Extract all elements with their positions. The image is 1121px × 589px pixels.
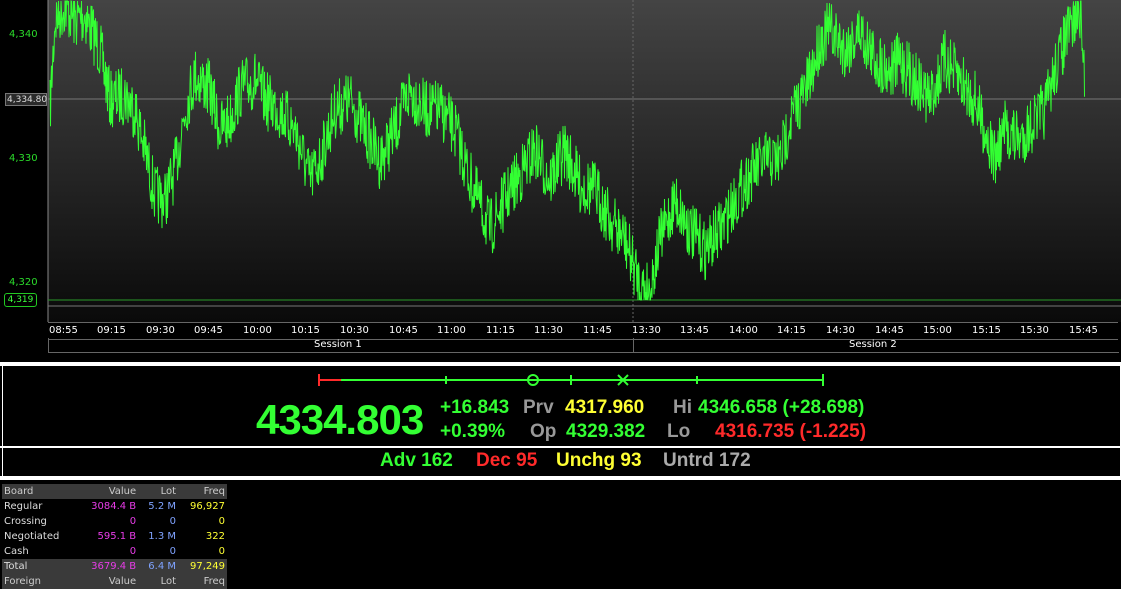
total-lot: 6.4 M — [138, 559, 178, 574]
y-tick-4340: 4,340 — [9, 29, 38, 40]
high-value: 4346.658 (+28.698) — [698, 397, 865, 418]
time-label: 15:15 — [972, 325, 1001, 336]
time-label: 15:30 — [1020, 325, 1049, 336]
column-header: Value — [76, 574, 139, 589]
board-lot: 0 — [169, 516, 176, 527]
y-tick-4330: 4,330 — [9, 153, 38, 164]
time-label: 09:15 — [97, 325, 126, 336]
time-label: 09:30 — [146, 325, 175, 336]
intraday-chart[interactable]: 4,340 4,330 4,320 4,334.80 4,319 08:55 0… — [0, 0, 1121, 362]
session-1-label: Session 1 — [314, 339, 362, 350]
low-price-marker: 4,319 — [4, 293, 37, 307]
total-value: 3679.4 B — [76, 559, 139, 574]
column-header: Freq — [178, 574, 227, 589]
time-label: 13:45 — [680, 325, 709, 336]
column-header: Lot — [138, 574, 178, 589]
total-name: Total — [2, 559, 77, 574]
time-label: 10:15 — [291, 325, 320, 336]
change-percent: +0.39% — [440, 421, 505, 442]
board-freq: 0 — [218, 516, 225, 527]
high-label: Hi — [673, 397, 692, 418]
board-name: Negotiated — [4, 531, 60, 542]
time-label: 15:45 — [1069, 325, 1098, 336]
table-row[interactable]: Negotiated 595.1 B 1.3 M 322 — [2, 529, 227, 544]
time-label: 11:00 — [437, 325, 466, 336]
open-value: 4329.382 — [566, 421, 646, 442]
time-label: 13:30 — [632, 325, 661, 336]
total-row[interactable]: Total 3679.4 B 6.4 M 97,249 — [2, 559, 227, 574]
board-freq: 96,927 — [190, 501, 225, 512]
time-label: 15:00 — [923, 325, 952, 336]
board-lot: 5.2 M — [148, 501, 176, 512]
time-label: 10:30 — [340, 325, 369, 336]
open-label: Op — [530, 421, 557, 442]
index-quote-panel: 4334.803 +16.843 +0.39% Prv 4317.960 Op … — [2, 366, 1121, 446]
unchanged: Unchg 93 — [556, 450, 642, 471]
column-header: Freq — [178, 484, 227, 499]
low-value: 4316.735 (-1.225) — [715, 421, 867, 442]
table-row[interactable]: Regular 3084.4 B 5.2 M 96,927 — [2, 499, 227, 514]
market-breadth: Adv 162 Dec 95 Unchg 93 Untrd 172 — [2, 448, 1121, 476]
total-freq: 97,249 — [178, 559, 227, 574]
time-label: 14:00 — [729, 325, 758, 336]
table-row[interactable]: Cash 0 0 0 — [2, 544, 227, 559]
board-name: Crossing — [4, 516, 47, 527]
board-freq: 0 — [218, 546, 225, 557]
advancers: Adv 162 — [380, 450, 453, 471]
decliners: Dec 95 — [476, 450, 538, 471]
time-label: 08:55 — [49, 325, 78, 336]
board-value: 595.1 B — [97, 531, 137, 542]
last-price-marker: 4,334.80 — [5, 93, 48, 106]
board-lot: 0 — [169, 546, 176, 557]
board-value: 0 — [129, 516, 137, 527]
column-header: Lot — [138, 484, 178, 499]
untraded: Untrd 172 — [663, 450, 751, 471]
session-separator — [633, 338, 634, 352]
chart-background — [48, 0, 1121, 322]
session-2-label: Session 2 — [849, 339, 897, 350]
change-value: +16.843 — [440, 397, 510, 418]
time-label: 11:30 — [534, 325, 563, 336]
y-tick-4320: 4,320 — [9, 277, 38, 288]
prev-value: 4317.960 — [565, 397, 645, 418]
column-header: Value — [76, 484, 139, 499]
table-header-row: Board Value Lot Freq — [2, 484, 227, 499]
session-axis: Session 1 Session 2 — [48, 338, 1119, 353]
board-summary-table: Board Value Lot Freq Regular 3084.4 B 5.… — [2, 484, 227, 589]
time-label: 14:30 — [826, 325, 855, 336]
column-header: Foreign — [2, 574, 77, 589]
board-freq: 322 — [205, 531, 225, 542]
last-price: 4334.803 — [256, 396, 424, 443]
time-label: 14:15 — [777, 325, 806, 336]
prev-label: Prv — [523, 397, 554, 418]
time-label: 10:00 — [243, 325, 272, 336]
time-label: 10:45 — [389, 325, 418, 336]
foreign-header-row: Foreign Value Lot Freq — [2, 574, 227, 589]
chart-canvas[interactable] — [0, 0, 1121, 322]
time-label: 11:45 — [583, 325, 612, 336]
panel-divider — [0, 476, 1121, 480]
time-label: 14:45 — [875, 325, 904, 336]
board-name: Regular — [4, 501, 43, 512]
board-value: 0 — [129, 546, 137, 557]
low-label: Lo — [667, 421, 691, 442]
time-label: 09:45 — [194, 325, 223, 336]
table-row[interactable]: Crossing 0 0 0 — [2, 514, 227, 529]
day-range-bar — [318, 374, 824, 386]
column-header: Board — [2, 484, 77, 499]
board-lot: 1.3 M — [148, 531, 176, 542]
board-value: 3084.4 B — [91, 501, 137, 512]
board-name: Cash — [4, 546, 29, 557]
time-label: 11:15 — [486, 325, 515, 336]
